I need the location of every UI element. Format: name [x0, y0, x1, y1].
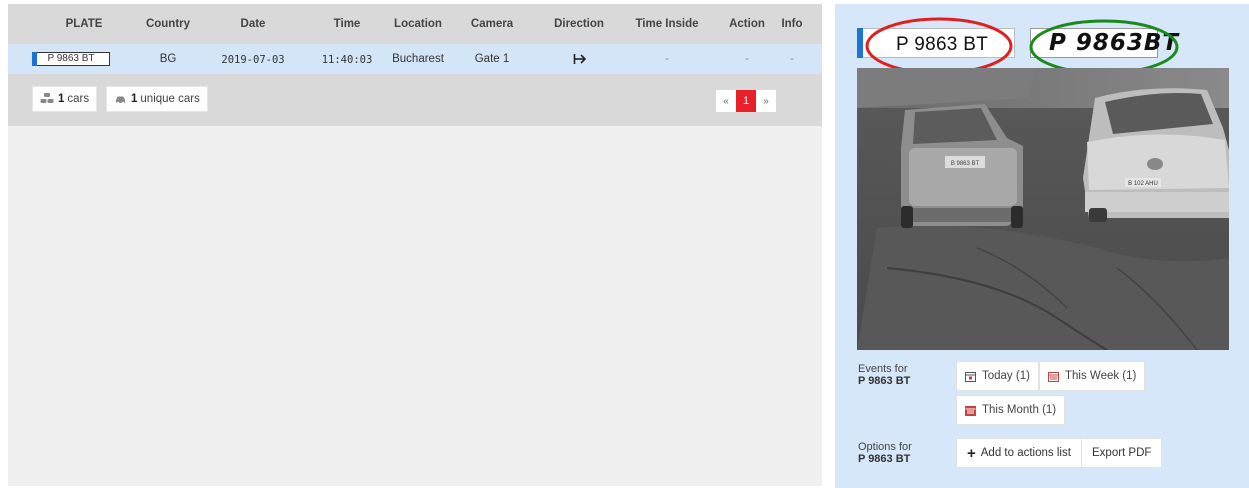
- pagination: « 1 »: [716, 90, 776, 112]
- add-to-actions-button[interactable]: + Add to actions list: [956, 438, 1082, 468]
- calendar-icon: [1048, 371, 1059, 382]
- cell-time-inside: -: [665, 53, 669, 65]
- cell-info: -: [790, 53, 794, 65]
- cell-plate: P 9863 BT: [47, 53, 95, 64]
- cell-camera: Gate 1: [474, 53, 510, 65]
- cars-count-button[interactable]: 1 cars: [32, 86, 98, 112]
- month-events-button[interactable]: This Month (1): [956, 395, 1066, 425]
- add-to-actions-label: Add to actions list: [980, 447, 1071, 459]
- arrow-right-icon: [573, 54, 587, 64]
- cars-count: 1: [58, 93, 65, 105]
- left-car-plate: B 9863 BT: [951, 161, 980, 167]
- plus-icon: +: [967, 444, 976, 462]
- header-date[interactable]: Date: [241, 18, 266, 30]
- week-events-button[interactable]: This Week (1): [1039, 361, 1146, 391]
- car-icon: [116, 96, 125, 104]
- export-pdf-label: Export PDF: [1092, 447, 1152, 459]
- header-info[interactable]: Info: [781, 18, 802, 30]
- unique-cars-button[interactable]: 1 unique cars: [106, 86, 208, 112]
- red-highlight-ellipse: [865, 17, 1013, 75]
- calendar-icon: [965, 405, 976, 416]
- header-direction[interactable]: Direction: [554, 18, 604, 30]
- header-time-inside[interactable]: Time Inside: [635, 18, 698, 30]
- header-time[interactable]: Time: [334, 18, 361, 30]
- cell-date: 2019-07-03: [221, 54, 285, 66]
- cars-icon: [40, 93, 54, 103]
- cell-action: -: [745, 53, 749, 65]
- table-row[interactable]: BG 2019-07-03 11:40:03 Bucharest Gate 1 …: [8, 44, 822, 74]
- cars-label: cars: [67, 93, 90, 105]
- cell-plate-badge[interactable]: P 9863 BT: [32, 52, 110, 66]
- header-country[interactable]: Country: [146, 18, 190, 30]
- last-page-button[interactable]: »: [756, 90, 776, 112]
- cell-country: BG: [159, 53, 177, 65]
- camera-snapshot[interactable]: B 9863 BT B 102 AHU: [857, 68, 1229, 350]
- options-plate: P 9863 BT: [858, 453, 911, 465]
- unique-cars-count: 1: [131, 93, 138, 105]
- right-car: [1083, 88, 1229, 222]
- header-camera[interactable]: Camera: [471, 18, 513, 30]
- events-plate: P 9863 BT: [858, 375, 911, 387]
- table-header: PLATE Country Date Time Location Camera …: [8, 4, 822, 44]
- first-page-button[interactable]: «: [716, 90, 736, 112]
- page-button-current[interactable]: 1: [736, 90, 756, 112]
- header-action[interactable]: Action: [729, 18, 765, 30]
- events-for-label: Events for: [858, 363, 908, 375]
- cell-location: Bucharest: [392, 53, 444, 65]
- today-events-label: Today (1): [982, 370, 1030, 382]
- options-label: Options for P 9863 BT: [858, 441, 912, 465]
- unique-cars-label: unique cars: [140, 93, 200, 105]
- events-label: Events for P 9863 BT: [858, 363, 910, 387]
- month-events-label: This Month (1): [982, 404, 1057, 416]
- cell-time: 11:40:03: [321, 54, 373, 66]
- calendar-icon: [965, 371, 976, 382]
- options-for-label: Options for: [858, 441, 912, 453]
- export-pdf-button[interactable]: Export PDF: [1081, 438, 1163, 468]
- header-plate[interactable]: PLATE: [66, 18, 103, 30]
- week-events-label: This Week (1): [1065, 370, 1137, 382]
- header-location[interactable]: Location: [394, 18, 442, 30]
- today-events-button[interactable]: Today (1): [956, 361, 1039, 391]
- right-car-plate: B 102 AHU: [1128, 181, 1158, 187]
